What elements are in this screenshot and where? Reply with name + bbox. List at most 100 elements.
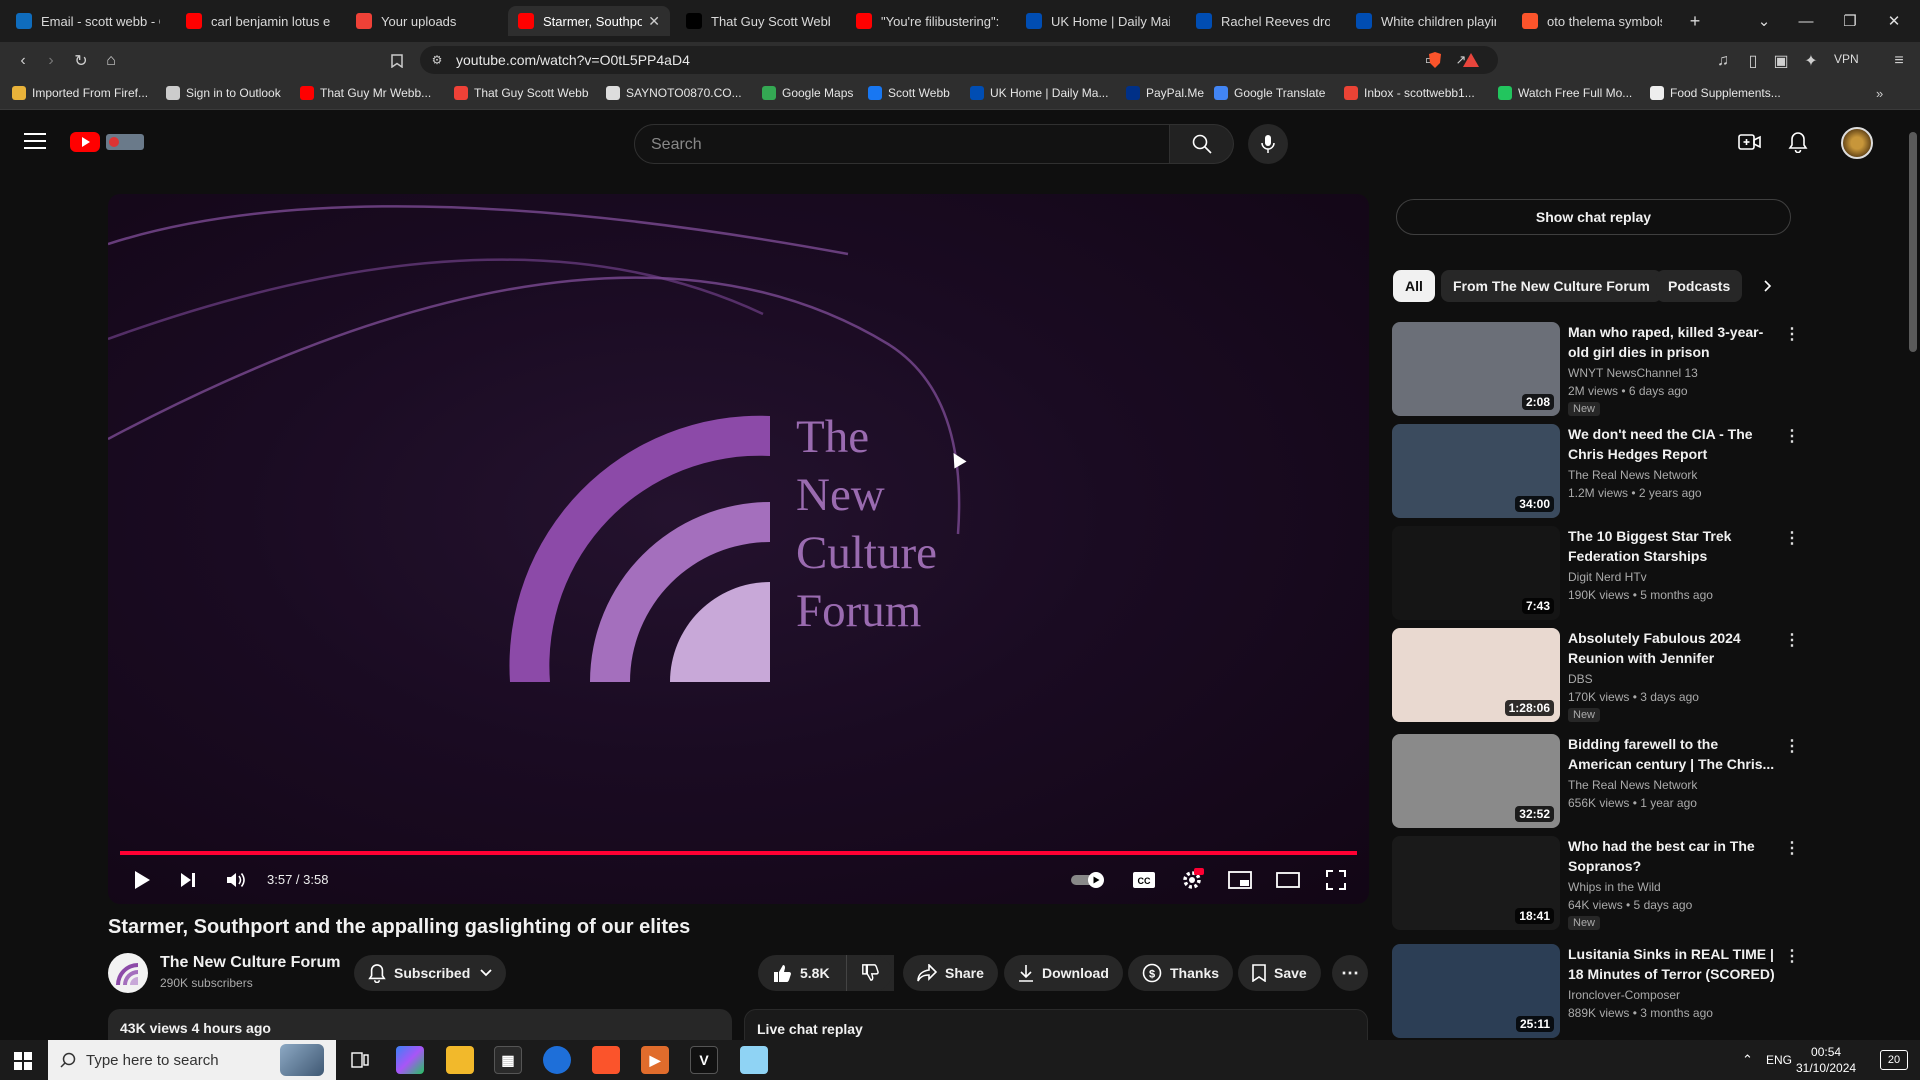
browser-tab[interactable]: White children playing — [1346, 6, 1506, 36]
recommended-title[interactable]: Man who raped, killed 3-year-old girl di… — [1568, 322, 1778, 362]
bookmark-item[interactable]: Google Maps — [762, 86, 853, 100]
browser-tab[interactable]: Starmer, Southpo ✕ — [508, 6, 670, 36]
miniplayer-icon[interactable] — [1226, 866, 1254, 894]
system-clock[interactable]: 00:54 31/10/2024 — [1796, 1044, 1856, 1076]
create-video-icon[interactable] — [1738, 132, 1762, 157]
leo-ai-icon[interactable]: ✦ — [1800, 50, 1822, 72]
browser-tab[interactable]: Your uploads — [346, 6, 502, 36]
bookmark-item[interactable]: PayPal.Me — [1126, 86, 1204, 100]
video-thumbnail[interactable]: 18:41 — [1392, 836, 1560, 930]
recommended-title[interactable]: Bidding farewell to the American century… — [1568, 734, 1778, 774]
back-icon[interactable]: ‹ — [12, 50, 34, 72]
menu-icon[interactable]: ≡ — [1888, 50, 1910, 72]
bookmark-item[interactable]: Scott Webb — [868, 86, 950, 100]
vpn-button[interactable]: VPN — [1834, 52, 1859, 66]
bookmark-icon[interactable] — [386, 50, 408, 72]
browser-tab[interactable]: UK Home | Daily Mail — [1016, 6, 1180, 36]
chevron-right-icon[interactable] — [1758, 276, 1778, 296]
windows-start-icon[interactable] — [14, 1052, 32, 1075]
save-button[interactable]: Save — [1238, 955, 1321, 991]
recommended-channel[interactable]: Digit Nerd HTv — [1568, 570, 1647, 584]
browser-tab[interactable]: Rachel Reeves drops — [1186, 6, 1340, 36]
recommended-title[interactable]: Lusitania Sinks in REAL TIME | 18 Minute… — [1568, 944, 1778, 984]
download-button[interactable]: Download — [1004, 955, 1123, 991]
forward-icon[interactable]: › — [40, 50, 62, 72]
play-icon[interactable] — [128, 866, 156, 894]
close-tab-icon[interactable]: ✕ — [648, 13, 660, 30]
thanks-button[interactable]: $ Thanks — [1128, 955, 1234, 991]
media-icon[interactable]: ♫ — [1712, 50, 1734, 72]
browser-tab[interactable]: Email - scott webb - O — [6, 6, 170, 36]
minimize-icon[interactable]: — — [1786, 8, 1826, 34]
more-options-icon[interactable]: ⋮ — [1784, 838, 1800, 858]
recommended-video[interactable]: 7:43 The 10 Biggest Star Trek Federation … — [1392, 526, 1892, 622]
notification-center-icon[interactable]: 20 — [1880, 1050, 1908, 1070]
more-options-icon[interactable]: ⋮ — [1784, 736, 1800, 756]
channel-name[interactable]: The New Culture Forum — [160, 954, 340, 972]
more-options-icon[interactable]: ⋮ — [1784, 946, 1800, 966]
more-bookmarks-icon[interactable]: » — [1876, 86, 1883, 101]
home-icon[interactable]: ⌂ — [100, 50, 122, 72]
recommended-channel[interactable]: The Real News Network — [1568, 468, 1697, 482]
browser-tab[interactable]: oto thelema symbols — [1512, 6, 1672, 36]
settings-gear-icon[interactable] — [1178, 866, 1206, 894]
copilot-icon[interactable] — [396, 1046, 424, 1074]
video-thumbnail[interactable]: 2:08 — [1392, 322, 1560, 416]
voice-search-button[interactable] — [1248, 124, 1288, 164]
bookmark-item[interactable]: Inbox - scottwebb1... — [1344, 86, 1475, 100]
browser-tab[interactable]: That Guy Scott Webb — [676, 6, 840, 36]
video-thumbnail[interactable]: 32:52 — [1392, 734, 1560, 828]
video-thumbnail[interactable]: 7:43 — [1392, 526, 1560, 620]
bookmark-item[interactable]: Sign in to Outlook — [166, 86, 281, 100]
fullscreen-icon[interactable] — [1322, 866, 1350, 894]
recommended-title[interactable]: Who had the best car in The Sopranos? — [1568, 836, 1778, 876]
recommended-video[interactable]: 32:52 Bidding farewell to the American ce… — [1392, 734, 1892, 830]
restore-icon[interactable]: ❐ — [1830, 8, 1870, 34]
brave-rewards-icon[interactable] — [1460, 49, 1482, 71]
reload-icon[interactable]: ↻ — [70, 50, 92, 72]
video-thumbnail[interactable]: 25:11 — [1392, 944, 1560, 1038]
video-thumbnail[interactable]: 34:00 — [1392, 424, 1560, 518]
brave-browser-icon[interactable] — [592, 1046, 620, 1074]
next-video-icon[interactable] — [174, 866, 202, 894]
chip-all[interactable]: All — [1393, 270, 1435, 302]
taskbar-search-input[interactable]: Type here to search — [48, 1040, 336, 1080]
recommended-channel[interactable]: WNYT NewsChannel 13 — [1568, 366, 1698, 380]
recommended-channel[interactable]: Whips in the Wild — [1568, 880, 1661, 894]
show-chat-replay-button[interactable]: Show chat replay — [1396, 199, 1791, 235]
youtube-logo-icon[interactable] — [70, 130, 146, 159]
scrollbar-thumb[interactable] — [1909, 132, 1917, 352]
bookmark-item[interactable]: Food Supplements... — [1650, 86, 1781, 100]
bookmark-item[interactable]: That Guy Mr Webb... — [300, 86, 431, 100]
more-options-icon[interactable]: ⋮ — [1784, 324, 1800, 344]
tab-search-icon[interactable]: ⌄ — [1744, 8, 1784, 34]
page-scrollbar[interactable] — [1906, 122, 1920, 1042]
search-input[interactable]: Search — [634, 124, 1170, 164]
more-options-icon[interactable]: ⋮ — [1784, 630, 1800, 650]
video-player[interactable]: The New Culture Forum 3:57 / 3:58 CC — [108, 194, 1369, 904]
bookmark-item[interactable]: Imported From Firef... — [12, 86, 148, 100]
video-thumbnail[interactable]: 1:28:06 — [1392, 628, 1560, 722]
vegas-icon[interactable]: V — [690, 1046, 718, 1074]
recommended-title[interactable]: The 10 Biggest Star Trek Federation Star… — [1568, 526, 1778, 566]
hamburger-menu-icon[interactable] — [24, 132, 46, 155]
account-avatar[interactable] — [1841, 127, 1873, 159]
browser-tab[interactable]: carl benjamin lotus ea — [176, 6, 340, 36]
bookmark-item[interactable]: SAYNOTO0870.CO... — [606, 86, 742, 100]
recommended-channel[interactable]: The Real News Network — [1568, 778, 1697, 792]
theater-mode-icon[interactable] — [1274, 866, 1302, 894]
recommended-video[interactable]: 2:08 Man who raped, killed 3-year-old gir… — [1392, 322, 1892, 418]
subscribed-button[interactable]: Subscribed — [354, 955, 507, 991]
search-button[interactable] — [1170, 124, 1234, 164]
bookmark-item[interactable]: Watch Free Full Mo... — [1498, 86, 1632, 100]
notifications-bell-icon[interactable] — [1788, 131, 1808, 158]
site-settings-icon[interactable]: ⚙ — [426, 49, 448, 71]
bookmark-item[interactable]: Google Translate — [1214, 86, 1325, 100]
task-view-icon[interactable] — [346, 1046, 374, 1074]
microsoft-store-icon[interactable]: ▦ — [494, 1046, 522, 1074]
bookmark-item[interactable]: UK Home | Daily Ma... — [970, 86, 1108, 100]
wallet-icon[interactable]: ▣ — [1770, 50, 1792, 72]
volume-icon[interactable] — [222, 866, 250, 894]
progress-bar[interactable] — [120, 851, 1357, 855]
notepad-icon[interactable] — [740, 1046, 768, 1074]
